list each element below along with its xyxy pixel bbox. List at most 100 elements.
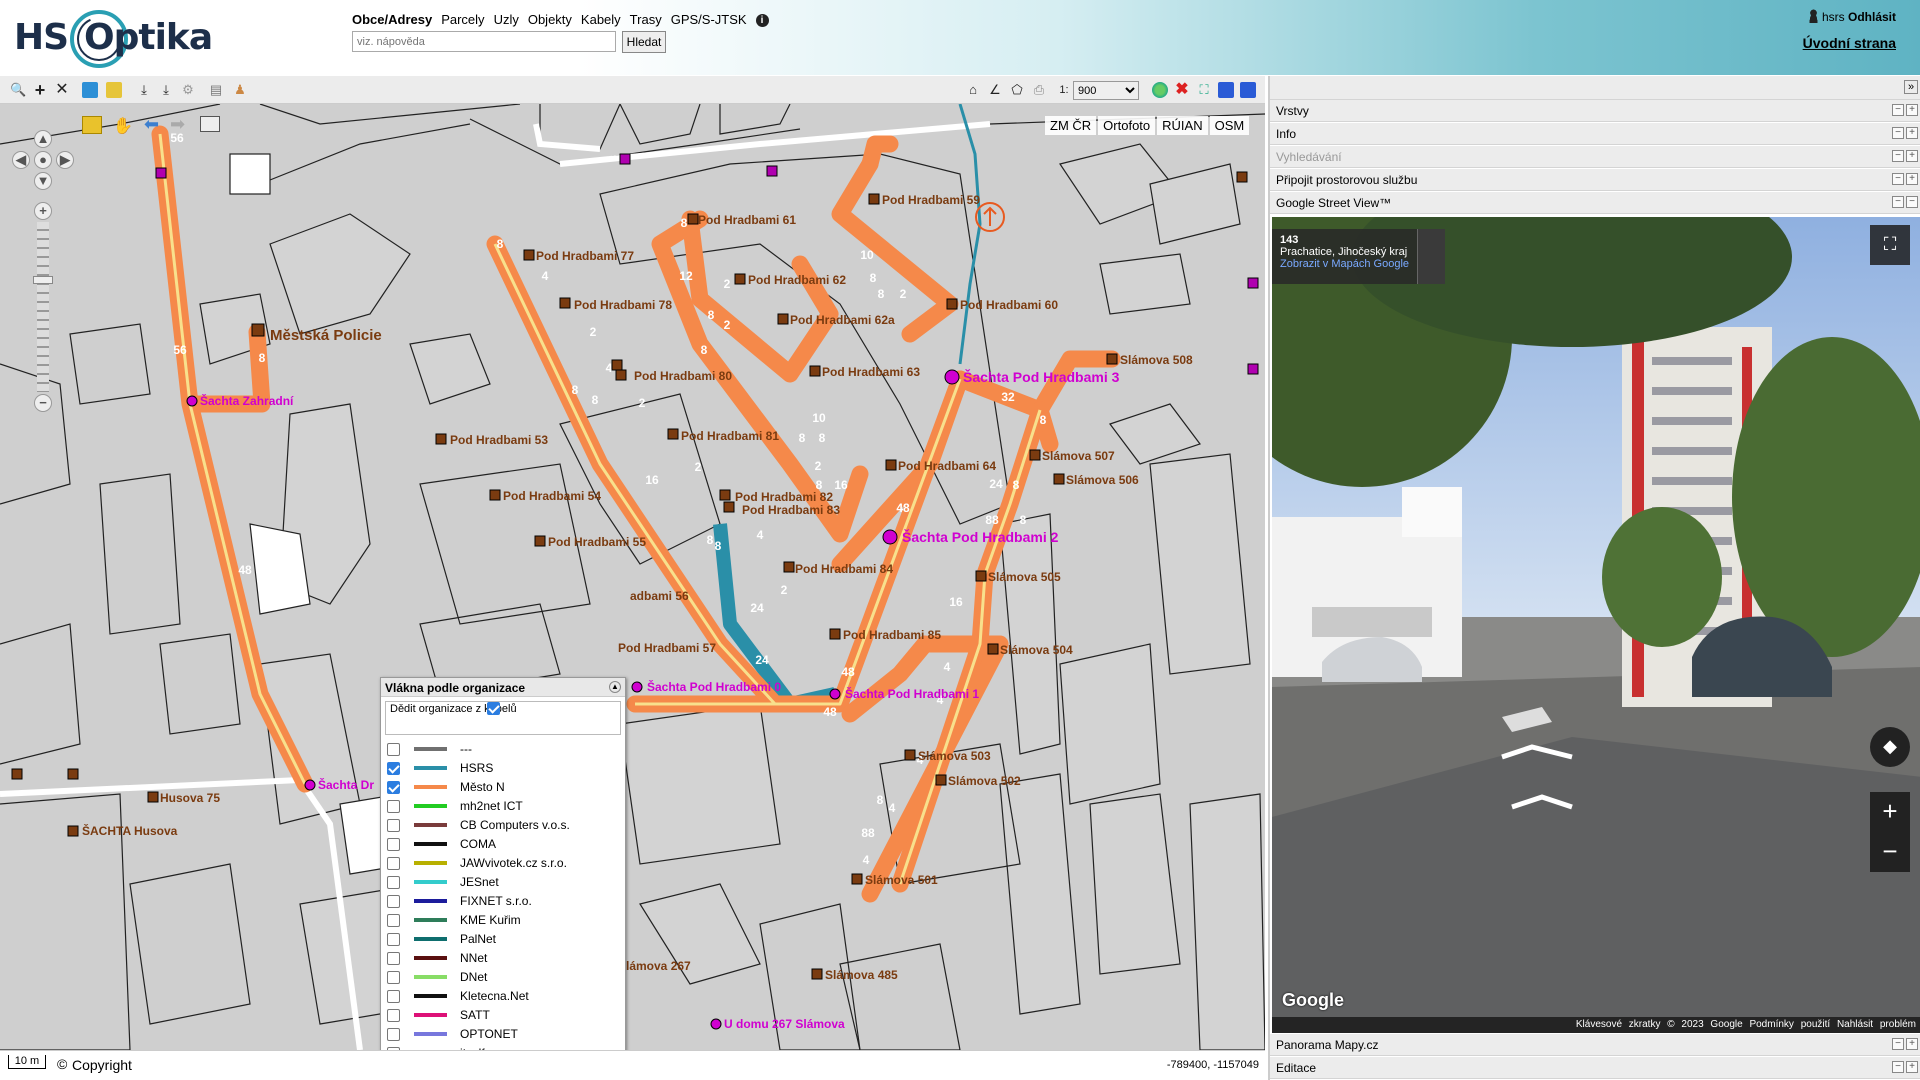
fiber-org-checkbox[interactable] — [387, 838, 400, 851]
section-info[interactable]: Info − + — [1270, 123, 1920, 145]
nav-objekty[interactable]: Objekty — [528, 12, 572, 27]
download-all-icon[interactable]: ⤓ — [158, 82, 174, 98]
forward-icon[interactable]: ➡ — [170, 114, 185, 135]
fiber-org-checkbox[interactable] — [387, 990, 400, 1003]
globe-icon[interactable] — [1152, 82, 1168, 98]
logout-link[interactable]: Odhlásit — [1848, 10, 1896, 24]
map-canvas[interactable]: 56568 4884 248 8216 242 82448 484832 848… — [0, 104, 1265, 1050]
fiber-org-checkbox[interactable] — [387, 876, 400, 889]
nav-uzly[interactable]: Uzly — [494, 12, 519, 27]
add-node-icon[interactable] — [82, 82, 98, 98]
fiber-org-checkbox[interactable] — [387, 781, 400, 794]
section-vrstvy[interactable]: Vrstvy − + — [1270, 100, 1920, 122]
sv-maps-link[interactable]: Zobrazit v Mapách Google — [1280, 258, 1437, 270]
scale-select[interactable]: 900 — [1073, 81, 1139, 100]
section-editace[interactable]: Editace − + — [1270, 1057, 1920, 1079]
settings-icon[interactable]: ⚙ — [180, 82, 196, 98]
layer-ortofoto[interactable]: Ortofoto — [1098, 116, 1156, 135]
extent-icon[interactable] — [200, 116, 220, 132]
fiber-org-checkbox[interactable] — [387, 1009, 400, 1022]
back-icon[interactable]: ⬅ — [144, 114, 159, 135]
zoom-slider[interactable] — [37, 222, 49, 392]
nav-obce-adresy[interactable]: Obce/Adresy — [352, 12, 432, 27]
zoom-out-icon[interactable]: − — [34, 394, 52, 412]
fiber-org-row[interactable]: mh2net ICT — [387, 797, 623, 815]
fiber-org-row[interactable]: JESnet — [387, 873, 623, 891]
fiber-org-row[interactable]: KME Kuřim — [387, 911, 623, 929]
add-object-icon[interactable] — [106, 82, 122, 98]
print-icon[interactable]: ⎙ — [1031, 82, 1047, 98]
layer-osm[interactable]: OSM — [1209, 116, 1250, 135]
layer-zm-cr[interactable]: ZM ČR — [1045, 116, 1097, 135]
location-pin-icon[interactable] — [1417, 229, 1445, 284]
fiber-org-checkbox[interactable] — [387, 971, 400, 984]
nav-kabely[interactable]: Kabely — [581, 12, 621, 27]
sv-report[interactable]: Nahlásit problém — [1837, 1019, 1916, 1030]
pan-down-icon[interactable]: ▼ — [34, 172, 52, 190]
nav-gps[interactable]: GPS/S-JTSK — [671, 12, 747, 27]
fiber-org-row[interactable]: OPTONET — [387, 1025, 623, 1043]
help-icon[interactable] — [1218, 82, 1234, 98]
pan-hand-icon[interactable]: ✋ — [113, 116, 133, 136]
fiber-org-row[interactable]: HSRS — [387, 759, 623, 777]
sv-compass-icon[interactable]: ◆ — [1870, 727, 1910, 767]
fiber-org-row[interactable]: FIXNET s.r.o. — [387, 892, 623, 910]
download-icon[interactable]: ⤓ — [136, 82, 152, 98]
collapse-right-icon[interactable]: » — [1904, 80, 1918, 94]
fiber-org-checkbox[interactable] — [387, 1028, 400, 1041]
measure-line-icon[interactable]: ∠ — [987, 82, 1003, 98]
fiber-org-row[interactable]: SATT — [387, 1006, 623, 1024]
nav-parcely[interactable]: Parcely — [441, 12, 484, 27]
copyright-link[interactable]: Copyright — [72, 1057, 132, 1073]
fiber-org-checkbox[interactable] — [387, 857, 400, 870]
fiber-org-checkbox[interactable] — [387, 895, 400, 908]
pan-home-icon[interactable]: ● — [34, 151, 52, 169]
fiber-org-row[interactable]: PalNet — [387, 930, 623, 948]
fiber-org-row[interactable]: Kletecna.Net — [387, 987, 623, 1005]
fiber-org-row[interactable]: Město N — [387, 778, 623, 796]
move-icon[interactable]: ✕ — [54, 82, 70, 98]
fiber-org-row[interactable]: DNet — [387, 968, 623, 986]
search-button[interactable]: Hledat — [622, 31, 666, 53]
collapse-icon[interactable]: ▲ — [609, 681, 621, 693]
fiber-org-row[interactable]: COMA — [387, 835, 623, 853]
sv-zoom-out-icon[interactable]: − — [1870, 832, 1910, 872]
fiber-org-checkbox[interactable] — [387, 743, 400, 756]
sv-fullscreen-icon[interactable]: ⛶ — [1870, 225, 1910, 265]
section-panorama[interactable]: Panorama Mapy.cz − + — [1270, 1034, 1920, 1056]
add-icon[interactable]: + — [32, 81, 48, 99]
fiber-org-checkbox[interactable] — [387, 952, 400, 965]
person-icon[interactable]: ♟ — [232, 82, 248, 98]
zoom-slider-handle[interactable] — [33, 276, 53, 284]
fiber-org-checkbox[interactable] — [387, 933, 400, 946]
fiber-org-row[interactable]: --- — [387, 740, 623, 758]
fullscreen-icon[interactable]: ⛶ — [1196, 82, 1212, 98]
measure-icon[interactable]: ⌂ — [965, 82, 981, 98]
sv-terms[interactable]: Podmínky použití — [1749, 1019, 1830, 1030]
fiber-org-row[interactable]: CB Computers v.o.s. — [387, 816, 623, 834]
sv-shortcuts[interactable]: Klávesové zkratky — [1576, 1019, 1661, 1030]
zoom-box-icon[interactable]: 🔍 — [10, 82, 26, 98]
fiber-org-checkbox[interactable] — [387, 762, 400, 775]
fiber-org-checkbox[interactable] — [387, 819, 400, 832]
fiber-org-checkbox[interactable] — [387, 800, 400, 813]
fiber-org-checkbox[interactable] — [387, 914, 400, 927]
pan-up-icon[interactable]: ▲ — [34, 130, 52, 148]
info-icon[interactable]: i — [755, 14, 769, 27]
zoom-in-icon[interactable]: + — [34, 202, 52, 220]
fiber-org-row[interactable]: JAWvivotek.cz s.r.o. — [387, 854, 623, 872]
warning-icon[interactable] — [82, 116, 102, 134]
fiber-org-row[interactable]: NNet — [387, 949, 623, 967]
pan-left-icon[interactable]: ◀ — [12, 151, 30, 169]
polygon-icon[interactable]: ⬠ — [1009, 82, 1025, 98]
section-street-view[interactable]: Google Street View™ − − — [1270, 192, 1920, 214]
layer-ruian[interactable]: RÚIAN — [1157, 116, 1208, 135]
search-input[interactable] — [352, 31, 616, 52]
sv-zoom-in-icon[interactable]: + — [1870, 792, 1910, 832]
help2-icon[interactable] — [1240, 82, 1256, 98]
section-pripojit[interactable]: Připojit prostorovou službu − + — [1270, 169, 1920, 191]
document-icon[interactable]: ▤ — [208, 82, 224, 98]
home-link[interactable]: Úvodní strana — [1803, 35, 1896, 51]
inherit-checkbox[interactable] — [487, 699, 507, 717]
pan-right-icon[interactable]: ▶ — [56, 151, 74, 169]
